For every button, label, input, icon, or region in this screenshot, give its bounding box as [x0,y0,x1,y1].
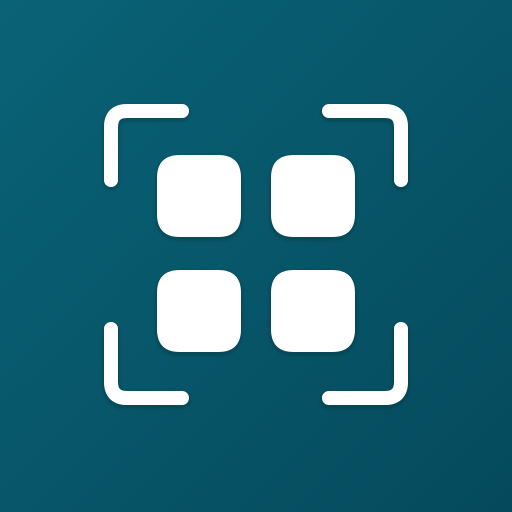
app-icon-tile [0,0,512,512]
scan-grid-icon [104,104,408,405]
tile-bottom-right-icon [271,270,355,352]
tile-top-right-icon [271,155,355,237]
tile-bottom-left-icon [157,270,241,352]
tile-top-left-icon [157,155,241,237]
